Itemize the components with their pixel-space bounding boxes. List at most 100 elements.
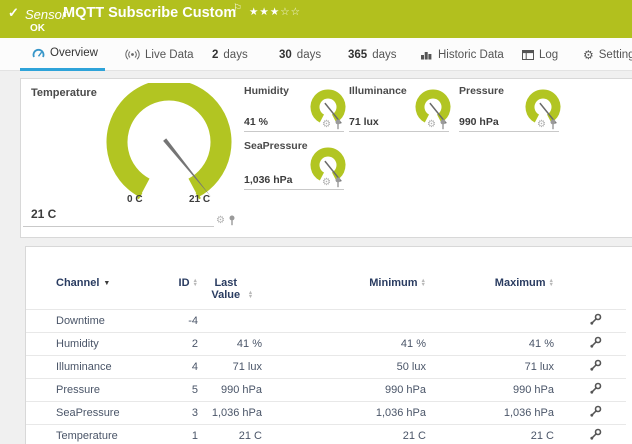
table-icon [522,50,534,60]
tab-overview[interactable]: Overview [20,38,105,71]
cell-channel: SeaPressure [26,402,166,425]
cell-last-value: 1,036 hPa [198,402,262,425]
tab-30-days-word: days [297,49,321,61]
channel-gear-icon[interactable]: ⚙ [427,120,436,130]
seapressure-value: 1,036 hPa [244,174,292,186]
column-header-channel[interactable]: Channel ▼ [26,273,166,310]
tab-365-days[interactable]: 365 days [348,38,396,71]
object-kind-label: Sensor [25,7,66,22]
tab-2-days-number: 2 [212,49,218,61]
cell-maximum [426,310,554,333]
cell-id: 1 [166,425,198,444]
tab-historic-data-label: Historic Data [438,49,504,61]
cell-minimum: 1,036 hPa [262,402,426,425]
channel-gear-icon[interactable]: ⚙ [537,120,546,130]
table-row-seapressure: SeaPressure 3 1,036 hPa 1,036 hPa 1,036 … [26,402,626,425]
cell-id: 5 [166,379,198,402]
cell-minimum: 21 C [262,425,426,444]
column-header-id-label: ID [179,277,190,289]
gauge-scale-min: 0 C [127,194,143,205]
cell-minimum: 41 % [262,333,426,356]
pin-icon[interactable] [549,119,557,130]
channel-settings-wrench-icon[interactable] [589,382,602,395]
sensor-header: ✓ Sensor MQTT Subscribe Custom ⚐ ★★★☆☆ O… [0,0,632,38]
pressure-gauge-title: Pressure [459,85,504,97]
cell-id: -4 [166,310,198,333]
illuminance-value: 71 lux [349,116,379,128]
pin-icon[interactable] [334,177,342,188]
channel-gear-icon[interactable]: ⚙ [322,178,331,188]
cell-id: 4 [166,356,198,379]
table-row-pressure: Pressure 5 990 hPa 990 hPa 990 hPa [26,379,626,402]
illuminance-gauge-title: Illuminance [349,85,407,97]
cell-minimum [262,310,426,333]
cell-last-value: 21 C [198,425,262,444]
tab-settings[interactable]: ⚙ Settings [583,38,632,71]
cell-minimum: 990 hPa [262,379,426,402]
humidity-gauge-block: Humidity 41 % ⚙ [244,85,344,132]
channel-table-panel: Channel▼ ID▲▼ Last Value▲▼ Minimum▲▼ Max… [25,246,632,444]
tab-365-days-word: days [372,49,396,61]
tab-2-days-word: days [223,49,247,61]
humidity-gauge-title: Humidity [244,85,289,97]
gauge-icon [32,48,45,59]
gauge-scale-max: 21 C [189,194,210,205]
pin-icon[interactable] [439,119,447,130]
channel-settings-wrench-icon[interactable] [589,405,602,418]
channel-settings-wrench-icon[interactable] [589,313,602,326]
bar-chart-icon [420,49,433,60]
tab-settings-label: Settings [599,49,632,61]
seapressure-gauge-block: SeaPressure 1,036 hPa ⚙ [244,140,344,190]
sensor-title: MQTT Subscribe Custom [63,5,236,21]
column-header-tools [554,273,626,310]
cell-last-value [198,310,262,333]
seapressure-gauge-title: SeaPressure [244,140,308,152]
cell-channel: Humidity [26,333,166,356]
column-header-last-value[interactable]: Last Value▲▼ [198,273,262,310]
channel-settings-wrench-icon[interactable] [589,359,602,372]
column-header-channel-label: Channel [56,277,99,289]
cell-last-value: 990 hPa [198,379,262,402]
tab-log-label: Log [539,49,558,61]
cell-maximum: 1,036 hPa [426,402,554,425]
priority-stars[interactable]: ★★★☆☆ [249,6,301,18]
gauges-panel: Temperature 0 C 21 C 21 C ⚙ Humidity 41 … [20,78,632,238]
humidity-value: 41 % [244,116,268,128]
cell-last-value: 71 lux [198,356,262,379]
sort-arrows-icon: ▲▼ [549,279,554,288]
tab-30-days[interactable]: 30 days [279,38,321,71]
temperature-gauge-title: Temperature [31,87,97,99]
column-header-maximum-label: Maximum [495,277,546,289]
column-header-last-value-label: Last Value [207,277,245,301]
tab-live-data[interactable]: Live Data [125,38,194,71]
cell-id: 3 [166,402,198,425]
cell-channel: Temperature [26,425,166,444]
channel-table: Channel▼ ID▲▼ Last Value▲▼ Minimum▲▼ Max… [26,273,626,444]
pin-icon[interactable] [334,119,342,130]
tab-log[interactable]: Log [522,38,558,71]
column-header-minimum-label: Minimum [369,277,417,289]
tab-live-data-label: Live Data [145,49,194,61]
cell-last-value: 41 % [198,333,262,356]
tab-bar: Overview Live Data 2 days 30 days 365 da… [0,38,632,71]
channel-settings-wrench-icon[interactable] [589,336,602,349]
column-header-minimum[interactable]: Minimum▲▼ [262,273,426,310]
cell-maximum: 21 C [426,425,554,444]
cell-channel: Pressure [26,379,166,402]
sort-arrows-icon: ▲▼ [248,291,253,300]
tab-historic-data[interactable]: Historic Data [420,38,504,71]
channel-gear-icon[interactable]: ⚙ [216,216,225,226]
sort-arrows-icon: ▲▼ [193,279,198,288]
tab-2-days[interactable]: 2 days [212,38,248,71]
cell-channel: Illuminance [26,356,166,379]
priority-flag-icon[interactable]: ⚐ [233,3,242,14]
column-header-id[interactable]: ID▲▼ [166,273,198,310]
tab-30-days-number: 30 [279,49,292,61]
stars-filled: ★★★ [249,6,280,18]
column-header-maximum[interactable]: Maximum▲▼ [426,273,554,310]
channel-settings-wrench-icon[interactable] [589,428,602,441]
pin-icon[interactable] [228,215,236,226]
sort-caret-icon: ▼ [103,280,110,287]
channel-gear-icon[interactable]: ⚙ [322,120,331,130]
tab-overview-label: Overview [50,47,98,59]
